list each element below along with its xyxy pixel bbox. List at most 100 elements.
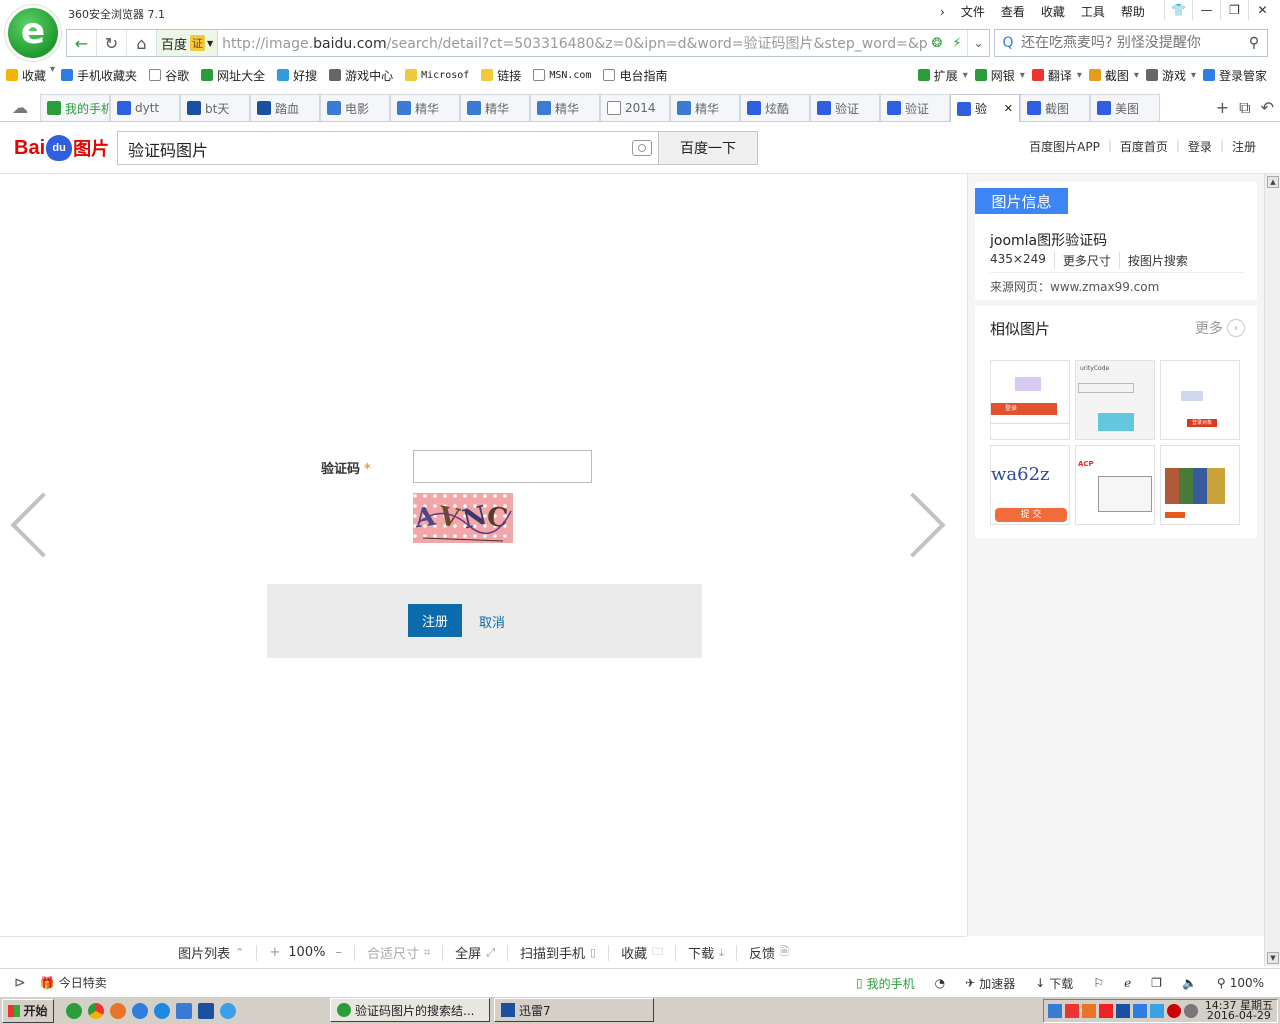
task-xunlei[interactable]: 迅雷7 — [494, 998, 654, 1022]
search-icon[interactable]: ⚲ — [1241, 35, 1267, 51]
favorite-left-4[interactable]: 好搜 — [271, 64, 323, 86]
favorite-right-0[interactable]: 扩展 — [911, 64, 965, 86]
scroll-up-icon[interactable]: ▲ — [1267, 176, 1279, 188]
menu-help[interactable]: 帮助 — [1113, 3, 1153, 21]
tray-app-icon[interactable] — [1047, 1004, 1062, 1018]
baidu-search-input[interactable] — [128, 138, 608, 160]
favorite-right-3[interactable]: 截图 — [1082, 64, 1136, 86]
baidu-search-button[interactable]: 百度一下 — [658, 131, 758, 165]
similar-thumbnail-captcha-form[interactable]: 登录对象 — [1160, 360, 1240, 440]
fullscreen-button[interactable]: 全屏 ⤢ — [443, 943, 507, 963]
favorite-left-6[interactable]: Microsof — [399, 64, 475, 86]
image-list-button[interactable]: 图片列表 ⌃ — [166, 943, 256, 962]
tab-14[interactable]: 截图 — [1020, 94, 1090, 121]
tab-13[interactable]: 验 ✕ — [950, 94, 1020, 122]
app-icon[interactable] — [176, 1002, 192, 1019]
tray-clock-icon[interactable] — [1183, 1004, 1198, 1018]
tray-app-icon[interactable] — [1115, 1004, 1130, 1018]
refresh-icon[interactable]: ↻ — [97, 30, 127, 56]
link-baidu-image-app[interactable]: 百度图片APP — [1021, 138, 1108, 155]
window-icon[interactable]: ❐ — [1141, 976, 1172, 990]
task-browser[interactable]: 验证码图片的搜索结... — [330, 998, 490, 1022]
favorite-left-2[interactable]: 谷歌 — [143, 64, 195, 86]
close-tab-icon[interactable]: ✕ — [1004, 102, 1013, 115]
link-baidu-home[interactable]: 百度首页 — [1112, 138, 1176, 155]
restore-button[interactable]: ❐ — [1220, 0, 1248, 20]
menu-tools[interactable]: 工具 — [1073, 3, 1113, 21]
favorite-right-1[interactable]: 网银 — [968, 64, 1022, 86]
tab-5[interactable]: 精华 — [390, 94, 460, 121]
favorite-left-9[interactable]: 电台指南 — [597, 64, 673, 86]
tab-list-icon[interactable]: ⧉ — [1239, 98, 1250, 118]
today-deals-link[interactable]: 今日特卖 — [59, 974, 107, 991]
tab-0[interactable]: 我的手机 — [40, 94, 110, 121]
similar-more-link[interactable]: 更多 › — [1195, 318, 1245, 338]
favorite-right-5[interactable]: 登录管家 — [1196, 64, 1274, 86]
home-icon[interactable]: ⌂ — [127, 30, 157, 56]
link-register[interactable]: 注册 — [1224, 138, 1264, 155]
search-engine-icon[interactable]: Q — [995, 35, 1021, 51]
search-input[interactable] — [1021, 35, 1241, 51]
qq-icon[interactable] — [220, 1002, 236, 1019]
volume-icon[interactable]: 🔈 — [1172, 976, 1207, 990]
similar-thumbnail-captcha-field[interactable]: urityCode — [1075, 360, 1155, 440]
favorite-right-4[interactable]: 游戏 — [1139, 64, 1193, 86]
lightning-icon[interactable]: ⚡ — [947, 36, 967, 51]
ie-icon[interactable]: ℯ — [1114, 976, 1141, 990]
similar-thumbnail-captcha-grid[interactable] — [1160, 445, 1240, 525]
close-button[interactable]: ✕ — [1248, 0, 1276, 20]
similar-thumbnail-captcha-login[interactable]: 登录 — [990, 360, 1070, 440]
camera-icon[interactable] — [632, 140, 652, 156]
security-icon[interactable]: ❂ — [927, 36, 947, 51]
flag-icon[interactable]: ⚐ — [1083, 976, 1114, 990]
download-button[interactable]: 下载 ⤓ — [676, 943, 736, 963]
tray-qq-icon[interactable] — [1149, 1004, 1164, 1018]
menu-favorites[interactable]: 收藏 — [1033, 3, 1073, 21]
back-icon[interactable]: ← — [67, 30, 97, 56]
favorite-left-8[interactable]: MSN.com — [527, 64, 597, 86]
feedback-button[interactable]: 反馈 🗎 — [737, 943, 801, 962]
tab-9[interactable]: 精华 — [670, 94, 740, 121]
ie-icon[interactable] — [154, 1002, 170, 1019]
favorite-left-5[interactable]: 游戏中心 — [323, 64, 399, 86]
firefox-icon[interactable] — [110, 1002, 126, 1019]
site-cert-badge[interactable]: 百度 证 ▼ — [157, 30, 219, 56]
tab-12[interactable]: 验证 — [880, 94, 950, 121]
tab-11[interactable]: 验证 — [810, 94, 880, 121]
tab-1[interactable]: dytt — [110, 94, 180, 121]
favorite-left-3[interactable]: 网址大全 — [195, 64, 271, 86]
download-status[interactable]: ↓ 下载 — [1025, 975, 1083, 992]
my-phone-status[interactable]: ▯ 我的手机 — [846, 975, 925, 992]
baidu-logo[interactable]: Bai du 图片 — [14, 132, 109, 164]
source-link[interactable]: 来源网页：www.zmax99.com — [990, 278, 1159, 295]
minimize-button[interactable]: — — [1192, 0, 1220, 20]
favorite-left-1[interactable]: 手机收藏夹 — [55, 64, 143, 86]
menu-view[interactable]: 查看 — [993, 3, 1033, 21]
browser-logo-icon[interactable]: e — [8, 8, 58, 58]
sidebar-toggle-icon[interactable]: ⊳ — [0, 975, 40, 991]
similar-thumbnail-captcha-dialog[interactable]: ACP — [1075, 445, 1155, 525]
clock[interactable]: 14:37 星期五 2016-04-29 — [1205, 1000, 1273, 1021]
skin-icon[interactable]: 👕 — [1164, 0, 1192, 20]
tray-app-icon[interactable] — [1081, 1004, 1096, 1018]
menu-file[interactable]: 文件 — [953, 3, 993, 21]
previous-image-arrow-icon[interactable] — [6, 484, 46, 564]
accelerator-button[interactable]: ✈ 加速器 — [955, 975, 1025, 992]
url-field[interactable]: http://image.baidu.com/search/detail?ct=… — [218, 33, 927, 53]
favorite-left-0[interactable]: 收藏 — [0, 64, 52, 86]
similar-thumbnail-captcha-submit[interactable]: wa62z 提 交 — [990, 445, 1070, 525]
cloud-icon[interactable]: ☁ — [12, 98, 28, 117]
xunlei-icon[interactable] — [198, 1002, 214, 1019]
address-dropdown-icon[interactable]: ⌄ — [967, 30, 989, 56]
chrome-alt-icon[interactable] — [132, 1002, 148, 1019]
tab-6[interactable]: 精华 — [460, 94, 530, 121]
tab-10[interactable]: 炫酷 — [740, 94, 810, 121]
tray-plus-icon[interactable] — [1098, 1004, 1113, 1018]
chrome-icon[interactable] — [88, 1002, 104, 1019]
tab-7[interactable]: 精华 — [530, 94, 600, 121]
tab-3[interactable]: 踏血 — [250, 94, 320, 121]
tab-4[interactable]: 电影 — [320, 94, 390, 121]
browser-360-icon[interactable] — [66, 1002, 82, 1019]
search-by-image-link[interactable]: 按图片搜索 — [1118, 252, 1196, 269]
tab-15[interactable]: 美图 — [1090, 94, 1160, 121]
